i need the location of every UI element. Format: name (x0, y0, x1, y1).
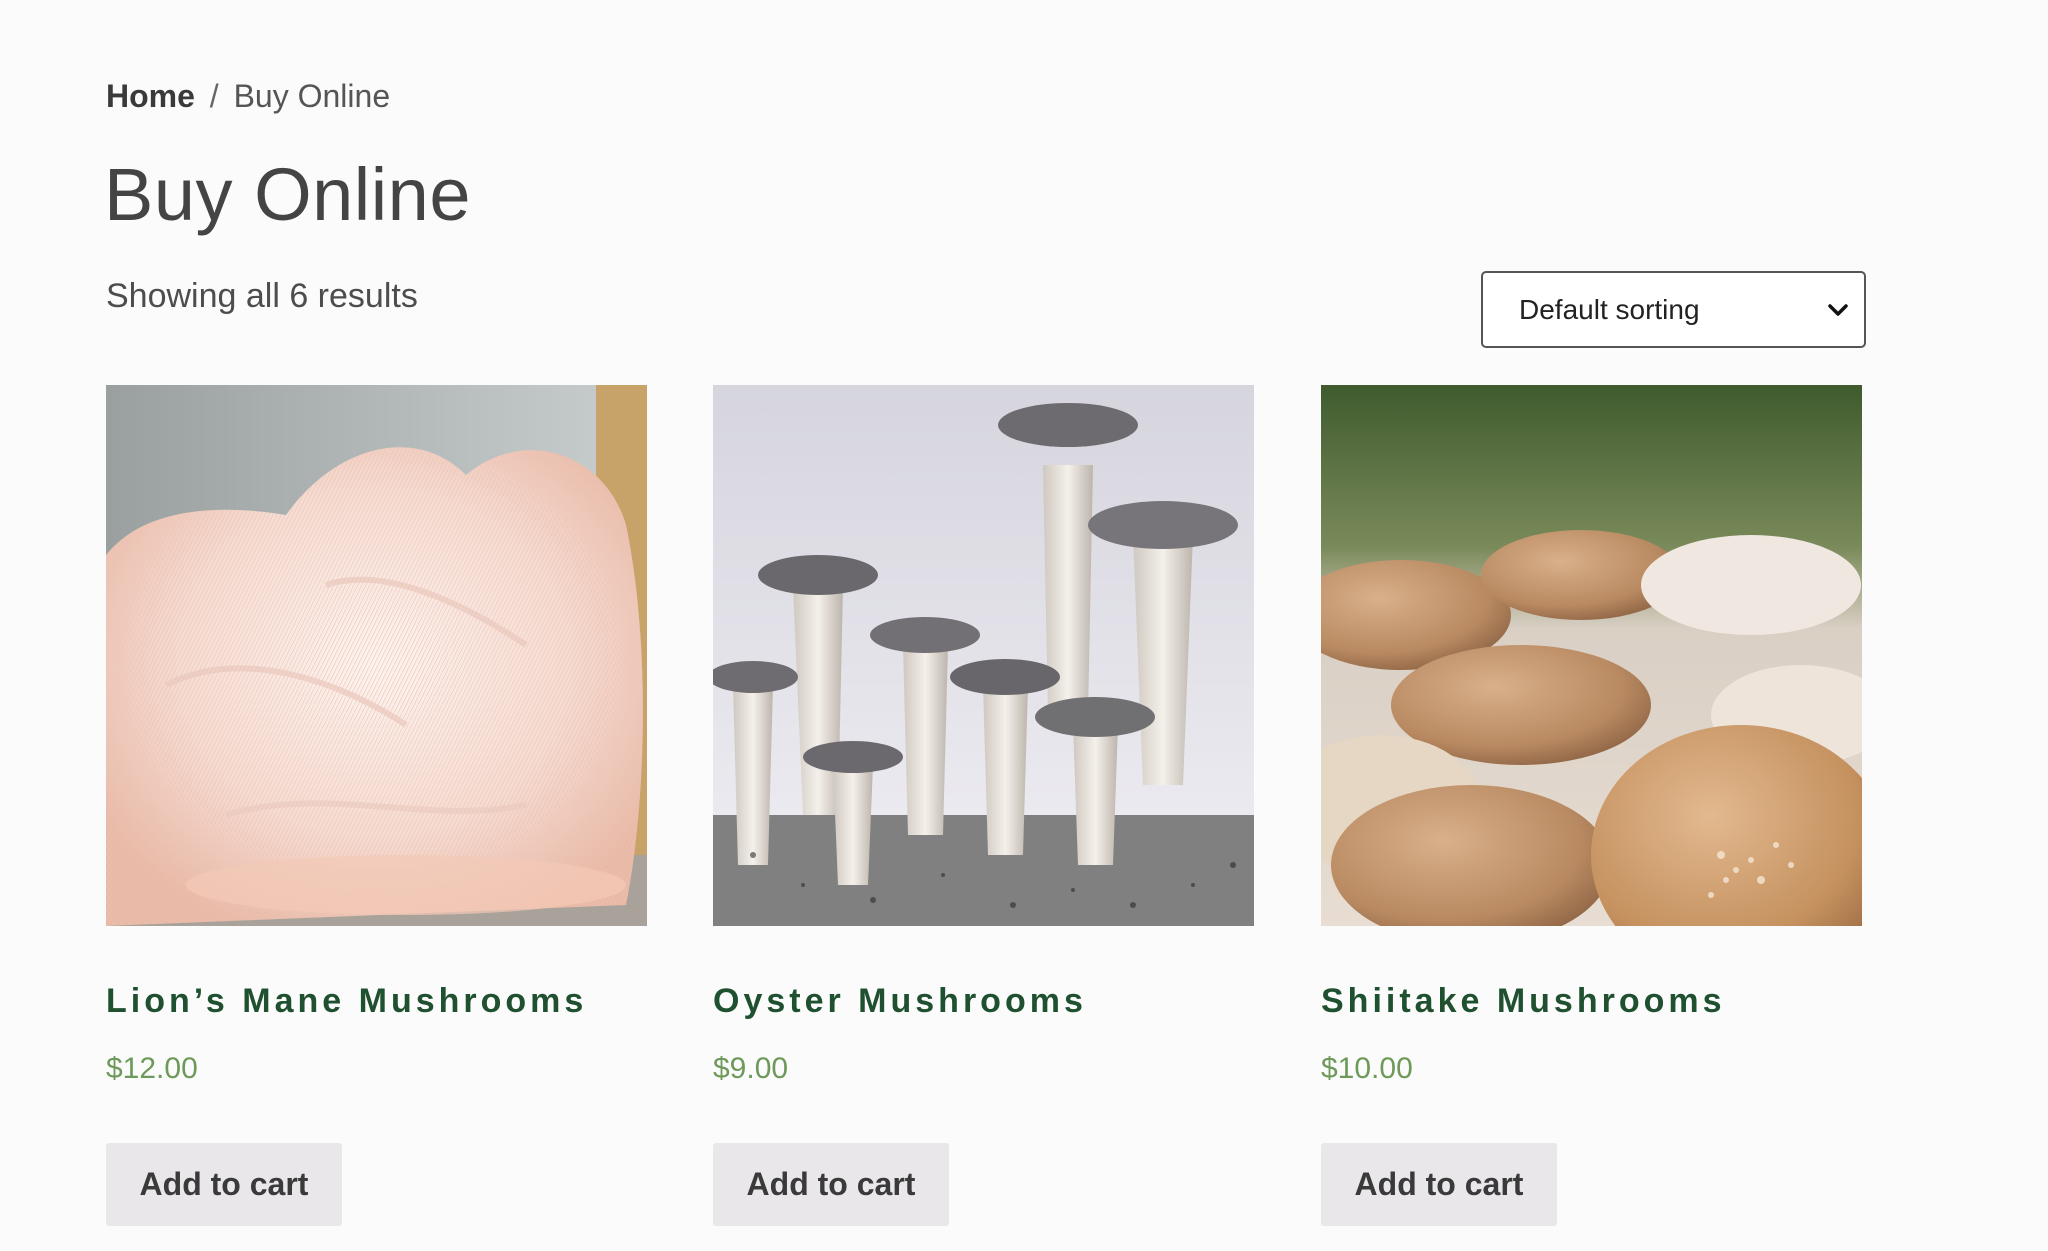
product-image-lions-mane[interactable] (106, 385, 647, 926)
product-title[interactable]: Lion’s Mane Mushrooms (106, 981, 587, 1021)
product-title[interactable]: Oyster Mushrooms (713, 981, 1087, 1021)
chevron-down-icon (1824, 296, 1852, 324)
oyster-mushroom-photo (713, 385, 1254, 926)
product-price: $10.00 (1321, 1052, 1413, 1085)
product-image-oyster[interactable] (713, 385, 1254, 926)
sorting-select-value: Default sorting (1519, 293, 1700, 325)
result-count: Showing all 6 results (106, 277, 418, 315)
add-to-cart-button[interactable]: Add to cart (713, 1143, 949, 1226)
product-image-shiitake[interactable] (1321, 385, 1862, 926)
breadcrumb-home-link[interactable]: Home (106, 78, 195, 114)
product-card: Shiitake Mushrooms $10.00 Add to cart (1321, 385, 1862, 1226)
product-card: Oyster Mushrooms $9.00 Add to cart (713, 385, 1254, 1226)
shop-page: Home / Buy Online Buy Online Showing all… (0, 0, 2048, 1251)
sorting-select[interactable]: Default sorting (1481, 271, 1866, 348)
add-to-cart-button[interactable]: Add to cart (106, 1143, 342, 1226)
product-price: $9.00 (713, 1052, 789, 1085)
product-title[interactable]: Shiitake Mushrooms (1321, 981, 1726, 1021)
product-card: Lion’s Mane Mushrooms $12.00 Add to cart (106, 385, 647, 1226)
page-title: Buy Online (104, 153, 471, 236)
add-to-cart-button[interactable]: Add to cart (1321, 1143, 1557, 1226)
breadcrumb: Home / Buy Online (106, 76, 390, 116)
lions-mane-mushroom-photo (106, 385, 647, 926)
shiitake-mushroom-photo (1321, 385, 1862, 926)
breadcrumb-separator: / (209, 78, 219, 114)
product-price: $12.00 (106, 1052, 198, 1085)
breadcrumb-current: Buy Online (233, 78, 391, 114)
